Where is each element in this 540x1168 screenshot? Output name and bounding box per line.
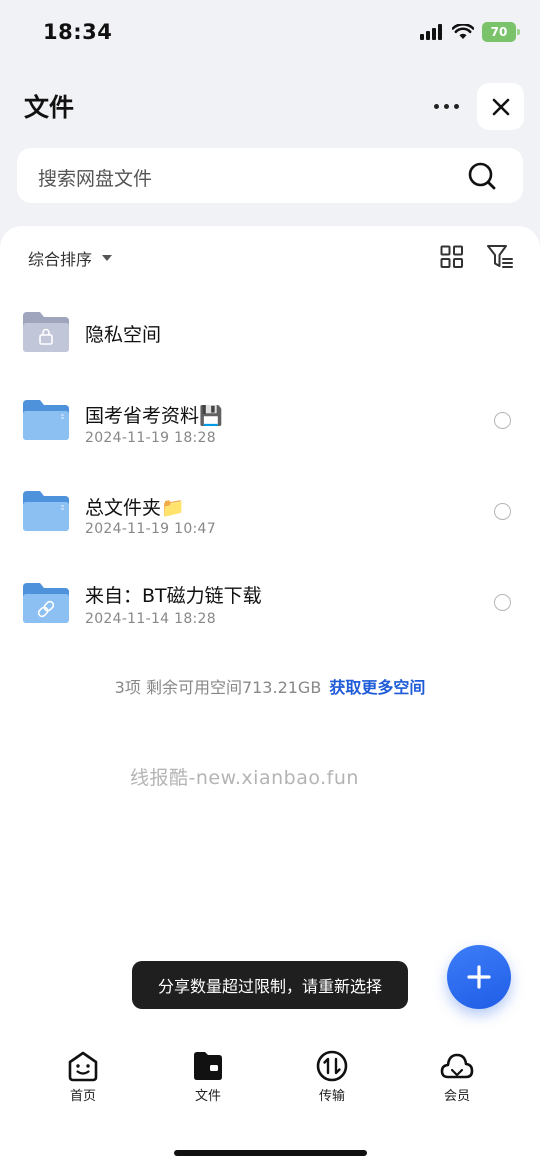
folder-icon — [23, 400, 69, 440]
tab-label: 文件 — [194, 1089, 221, 1104]
tab-label: 首页 — [69, 1089, 96, 1104]
storage-summary: 3项 剩余可用空间713.21GB 获取更多空间 — [0, 674, 540, 698]
grid-view-icon[interactable] — [440, 245, 464, 269]
link-folder-icon — [23, 583, 69, 623]
bottom-tab-bar: 首页 文件 传输 会员 — [0, 1050, 540, 1120]
file-date: 2024-11-19 18:28 — [85, 430, 216, 446]
more-dot-icon — [443, 103, 449, 109]
file-name: 总文件夹📁 — [85, 497, 185, 519]
file-date: 2024-11-14 18:28 — [85, 611, 216, 627]
search-icon[interactable] — [467, 161, 497, 191]
cloud-icon — [440, 1053, 474, 1079]
status-bar: 18:34 70 — [0, 0, 540, 66]
close-button[interactable] — [477, 83, 524, 130]
select-radio[interactable] — [494, 503, 511, 520]
wallet-folder-icon — [194, 1052, 222, 1080]
sort-label: 综合排序 — [28, 250, 93, 269]
tab-transfer[interactable]: 传输 — [292, 1050, 372, 1104]
plus-icon — [467, 965, 491, 989]
search-input[interactable]: 搜索网盘文件 — [17, 148, 523, 203]
page-title: 文件 — [24, 93, 75, 122]
storage-summary-text: 3项 剩余可用空间713.21GB — [114, 678, 322, 697]
cellular-signal-icon — [420, 24, 442, 40]
file-name: 来自：BT磁力链下载 — [85, 585, 262, 607]
filter-icon[interactable] — [486, 244, 514, 270]
caret-down-icon — [102, 255, 113, 261]
select-radio[interactable] — [494, 594, 511, 611]
tab-home[interactable]: 首页 — [43, 1050, 123, 1104]
file-name: 国考省考资料💾 — [85, 405, 223, 427]
private-folder-icon — [23, 312, 69, 352]
tab-files[interactable]: 文件 — [168, 1050, 248, 1104]
tab-label: 会员 — [443, 1089, 470, 1104]
file-name: 隐私空间 — [85, 324, 162, 346]
transfer-icon — [316, 1050, 348, 1082]
folder-icon — [23, 491, 69, 531]
file-date: 2024-11-19 10:47 — [85, 521, 216, 537]
toast-message: 分享数量超过限制，请重新选择 — [132, 961, 408, 1009]
search-placeholder: 搜索网盘文件 — [38, 168, 153, 190]
file-row[interactable]: 来自：BT磁力链下载 2024-11-14 18:28 — [0, 566, 540, 636]
more-dot-icon — [433, 103, 439, 109]
status-icons: 70 — [420, 22, 520, 42]
tab-label: 传输 — [318, 1089, 345, 1104]
watermark-text: 线报酷-new.xianbao.fun — [130, 767, 359, 789]
tab-membership[interactable]: 会员 — [417, 1050, 497, 1104]
file-row-private-space[interactable]: 隐私空间 — [0, 300, 540, 370]
select-radio[interactable] — [494, 412, 511, 429]
file-row[interactable]: 总文件夹📁 2024-11-19 10:47 — [0, 476, 540, 546]
close-icon — [492, 98, 509, 115]
battery-level: 70 — [490, 25, 508, 39]
home-face-icon — [68, 1051, 98, 1082]
status-time: 18:34 — [43, 20, 113, 44]
file-row[interactable]: 国考省考资料💾 2024-11-19 18:28 — [0, 385, 540, 455]
home-indicator — [174, 1150, 367, 1156]
more-options-button[interactable] — [426, 88, 466, 124]
wifi-icon — [452, 24, 474, 39]
more-dot-icon — [453, 103, 459, 109]
get-more-space-link[interactable]: 获取更多空间 — [329, 678, 425, 697]
add-button[interactable] — [447, 945, 511, 1009]
battery-indicator: 70 — [482, 22, 520, 42]
sort-dropdown[interactable]: 综合排序 — [28, 246, 113, 270]
